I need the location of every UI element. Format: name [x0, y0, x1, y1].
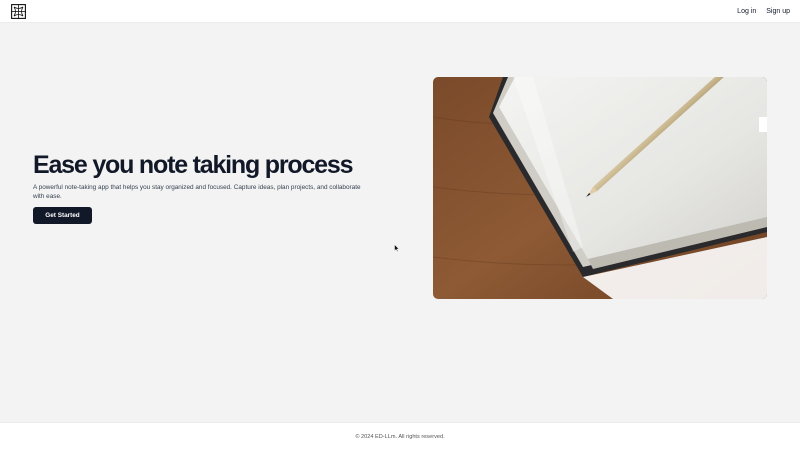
copyright-text: © 2024 ED-LLm. All rights reserved. — [355, 433, 445, 440]
site-header: Log in Sign up — [0, 0, 800, 23]
site-footer: © 2024 ED-LLm. All rights reserved. — [0, 422, 800, 450]
signup-link[interactable]: Sign up — [766, 8, 790, 15]
hero-title: Ease you note taking process — [33, 151, 353, 179]
login-link[interactable]: Log in — [737, 8, 756, 15]
get-started-button[interactable]: Get Started — [33, 207, 92, 224]
hero-notebook-image — [433, 77, 767, 299]
notebook-logo-icon[interactable] — [11, 4, 26, 19]
mouse-cursor-icon — [394, 239, 400, 252]
header-nav: Log in Sign up — [737, 0, 790, 23]
hero-section: Ease you note taking process A powerful … — [0, 23, 800, 422]
hero-description: A powerful note-taking app that helps yo… — [33, 184, 361, 200]
